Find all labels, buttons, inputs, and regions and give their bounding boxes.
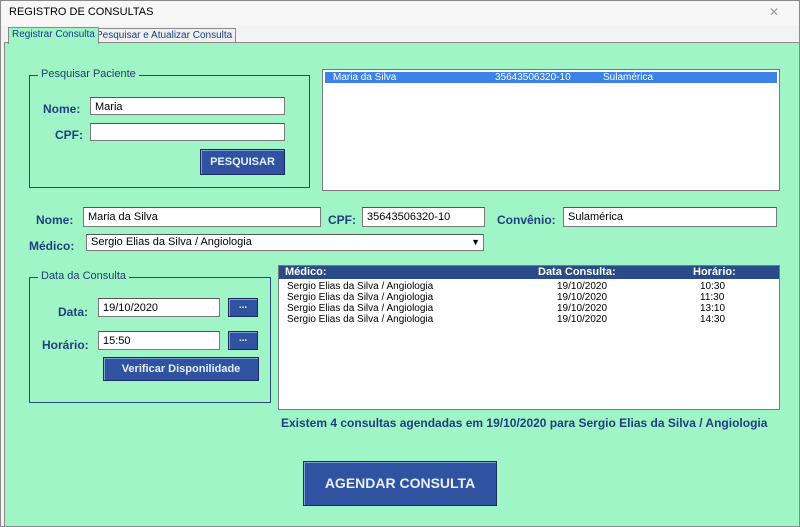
search-patient-frame: Pesquisar Paciente Nome: Maria CPF: PESQ… <box>29 68 310 188</box>
row-horario: 13:10 <box>700 303 726 314</box>
search-name-input[interactable]: Maria <box>90 97 285 115</box>
list-item[interactable]: Maria da Silva 35643506320-10 Sulamérica <box>325 72 777 83</box>
row-horario: 11:30 <box>700 292 725 303</box>
close-icon[interactable]: ✕ <box>761 5 787 19</box>
title-bar: REGISTRO DE CONSULTAS ✕ <box>1 1 799 25</box>
table-row[interactable]: Sergio Elias da Silva / Angiologia 19/10… <box>279 314 779 325</box>
consulta-frame: Data da Consulta Data: 19/10/2020 ... Ho… <box>29 270 271 403</box>
verificar-disponibilidade-button[interactable]: Verificar Disponilidade <box>103 357 259 381</box>
medico-select[interactable]: Sergio Elias da Silva / Angiologia ▼ <box>86 234 484 251</box>
result-cpf: 35643506320-10 <box>495 72 571 83</box>
row-data: 19/10/2020 <box>557 303 608 314</box>
medico-select-value: Sergio Elias da Silva / Angiologia <box>91 236 252 248</box>
agendar-consulta-button[interactable]: AGENDAR CONSULTA <box>303 461 497 506</box>
row-medico: Sergio Elias da Silva / Angiologia <box>287 292 434 303</box>
main-window: REGISTRO DE CONSULTAS ✕ Registrar Consul… <box>0 0 800 527</box>
header-data: Data Consulta: <box>538 266 616 278</box>
header-medico: Médico: <box>285 266 327 278</box>
availability-message: Existem 4 consultas agendadas em 19/10/2… <box>281 416 768 430</box>
tab-registrar-consulta[interactable]: Registrar Consulta <box>8 27 99 44</box>
table-row[interactable]: Sergio Elias da Silva / Angiologia 19/10… <box>279 292 779 303</box>
search-name-label: Nome: <box>43 102 81 116</box>
row-horario: 10:30 <box>700 281 726 292</box>
cpf-field[interactable]: 35643506320-10 <box>362 207 485 227</box>
nome-field[interactable]: Maria da Silva <box>83 207 321 227</box>
window-title: REGISTRO DE CONSULTAS <box>9 6 154 18</box>
data-label: Data: <box>58 305 89 319</box>
data-picker-button[interactable]: ... <box>228 298 258 317</box>
row-medico: Sergio Elias da Silva / Angiologia <box>287 314 434 325</box>
table-row[interactable]: Sergio Elias da Silva / Angiologia 19/10… <box>279 303 779 314</box>
row-horario: 14:30 <box>700 314 726 325</box>
pesquisar-button[interactable]: PESQUISAR <box>200 149 285 175</box>
convenio-field[interactable]: Sulamérica <box>563 207 777 227</box>
row-data: 19/10/2020 <box>557 292 608 303</box>
appointments-table: Médico: Data Consulta: Horário: Sergio E… <box>278 265 780 410</box>
result-convenio: Sulamérica <box>603 72 654 83</box>
form-registrar: Pesquisar Paciente Nome: Maria CPF: PESQ… <box>4 42 800 527</box>
row-data: 19/10/2020 <box>557 281 608 292</box>
horario-label: Horário: <box>42 338 89 352</box>
search-cpf-label: CPF: <box>55 128 83 142</box>
appointments-header: Médico: Data Consulta: Horário: <box>279 266 779 279</box>
result-nome: Maria da Silva <box>333 72 397 83</box>
patient-results-list[interactable]: Maria da Silva 35643506320-10 Sulamérica <box>322 69 780 191</box>
tab-pesquisar-atualizar[interactable]: Pesquisar e Atualizar Consulta <box>92 28 237 43</box>
horario-picker-button[interactable]: ... <box>228 331 258 350</box>
medico-label: Médico: <box>29 239 75 253</box>
horario-input[interactable]: 15:50 <box>98 331 220 350</box>
table-row[interactable]: Sergio Elias da Silva / Angiologia 19/10… <box>279 281 779 292</box>
data-input[interactable]: 19/10/2020 <box>98 298 220 317</box>
search-cpf-input[interactable] <box>90 123 285 141</box>
row-data: 19/10/2020 <box>557 314 608 325</box>
row-medico: Sergio Elias da Silva / Angiologia <box>287 303 434 314</box>
chevron-down-icon[interactable]: ▼ <box>471 235 480 250</box>
nome-label: Nome: <box>36 213 74 227</box>
cpf-label: CPF: <box>328 213 356 227</box>
row-medico: Sergio Elias da Silva / Angiologia <box>287 281 434 292</box>
header-horario: Horário: <box>693 266 736 278</box>
search-patient-frame-title: Pesquisar Paciente <box>38 68 139 80</box>
consulta-frame-title: Data da Consulta <box>38 270 129 282</box>
convenio-label: Convênio: <box>497 213 556 227</box>
